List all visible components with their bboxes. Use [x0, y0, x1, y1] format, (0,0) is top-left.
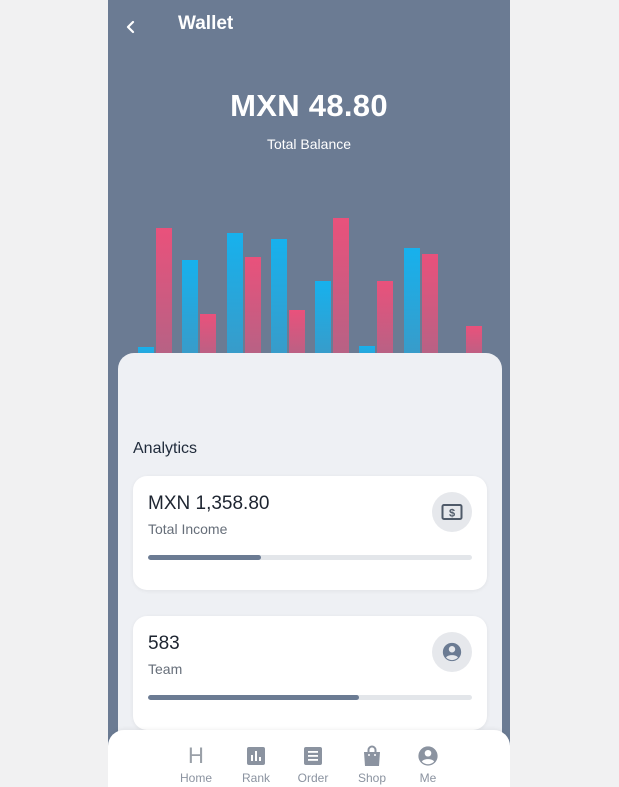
decorative-bars — [138, 218, 482, 360]
total-income-card[interactable]: MXN 1,358.80 Total Income $ — [133, 476, 487, 590]
tab-order[interactable]: Order — [288, 730, 338, 787]
cash-icon: $ — [432, 492, 472, 532]
page-title: Wallet — [178, 13, 234, 34]
account-circle-icon — [432, 632, 472, 672]
analytics-heading: Analytics — [133, 440, 198, 457]
bar — [227, 233, 243, 360]
team-label: Team — [148, 661, 183, 677]
top-bar: Wallet — [108, 0, 510, 50]
bar — [422, 254, 438, 360]
bar — [245, 257, 261, 360]
tab-label: Order — [297, 771, 329, 785]
bar — [271, 239, 287, 360]
bar — [333, 218, 349, 360]
bar — [315, 281, 331, 360]
tab-label: Shop — [357, 771, 387, 785]
tab-me[interactable]: Me — [403, 730, 453, 787]
bar-chart-icon — [244, 744, 268, 768]
list-icon — [301, 744, 325, 768]
tab-shop[interactable]: Shop — [347, 730, 397, 787]
bar — [156, 228, 172, 360]
team-progress-fill — [148, 695, 359, 700]
svg-text:$: $ — [449, 508, 455, 520]
chevron-left-icon — [126, 20, 135, 34]
total-balance-value: MXN 48.80 — [230, 88, 388, 123]
bar — [182, 260, 198, 360]
tab-label: Rank — [241, 771, 270, 785]
team-progress-bar — [148, 695, 472, 700]
total-income-value: MXN 1,358.80 — [148, 493, 270, 514]
tab-home[interactable]: H Home — [171, 730, 221, 787]
income-progress-bar — [148, 555, 472, 560]
tab-label: Home — [179, 771, 212, 785]
total-balance-label: Total Balance — [266, 136, 352, 152]
shopping-bag-icon — [360, 744, 384, 768]
team-card[interactable]: 583 Team — [133, 616, 487, 730]
tab-label: Me — [419, 771, 437, 785]
back-button[interactable] — [118, 14, 144, 40]
bottom-tab-bar: H Home Rank Order Shop Me — [108, 730, 510, 787]
tab-rank[interactable]: Rank — [231, 730, 281, 787]
bar — [377, 281, 393, 360]
team-value: 583 — [148, 633, 180, 654]
income-progress-fill — [148, 555, 262, 560]
home-icon: H — [188, 743, 204, 768]
wallet-screen: Wallet MXN 48.80 Total Balance Analytics… — [108, 0, 510, 787]
bar — [404, 248, 420, 360]
account-circle-icon — [416, 744, 440, 768]
total-income-label: Total Income — [148, 521, 228, 537]
